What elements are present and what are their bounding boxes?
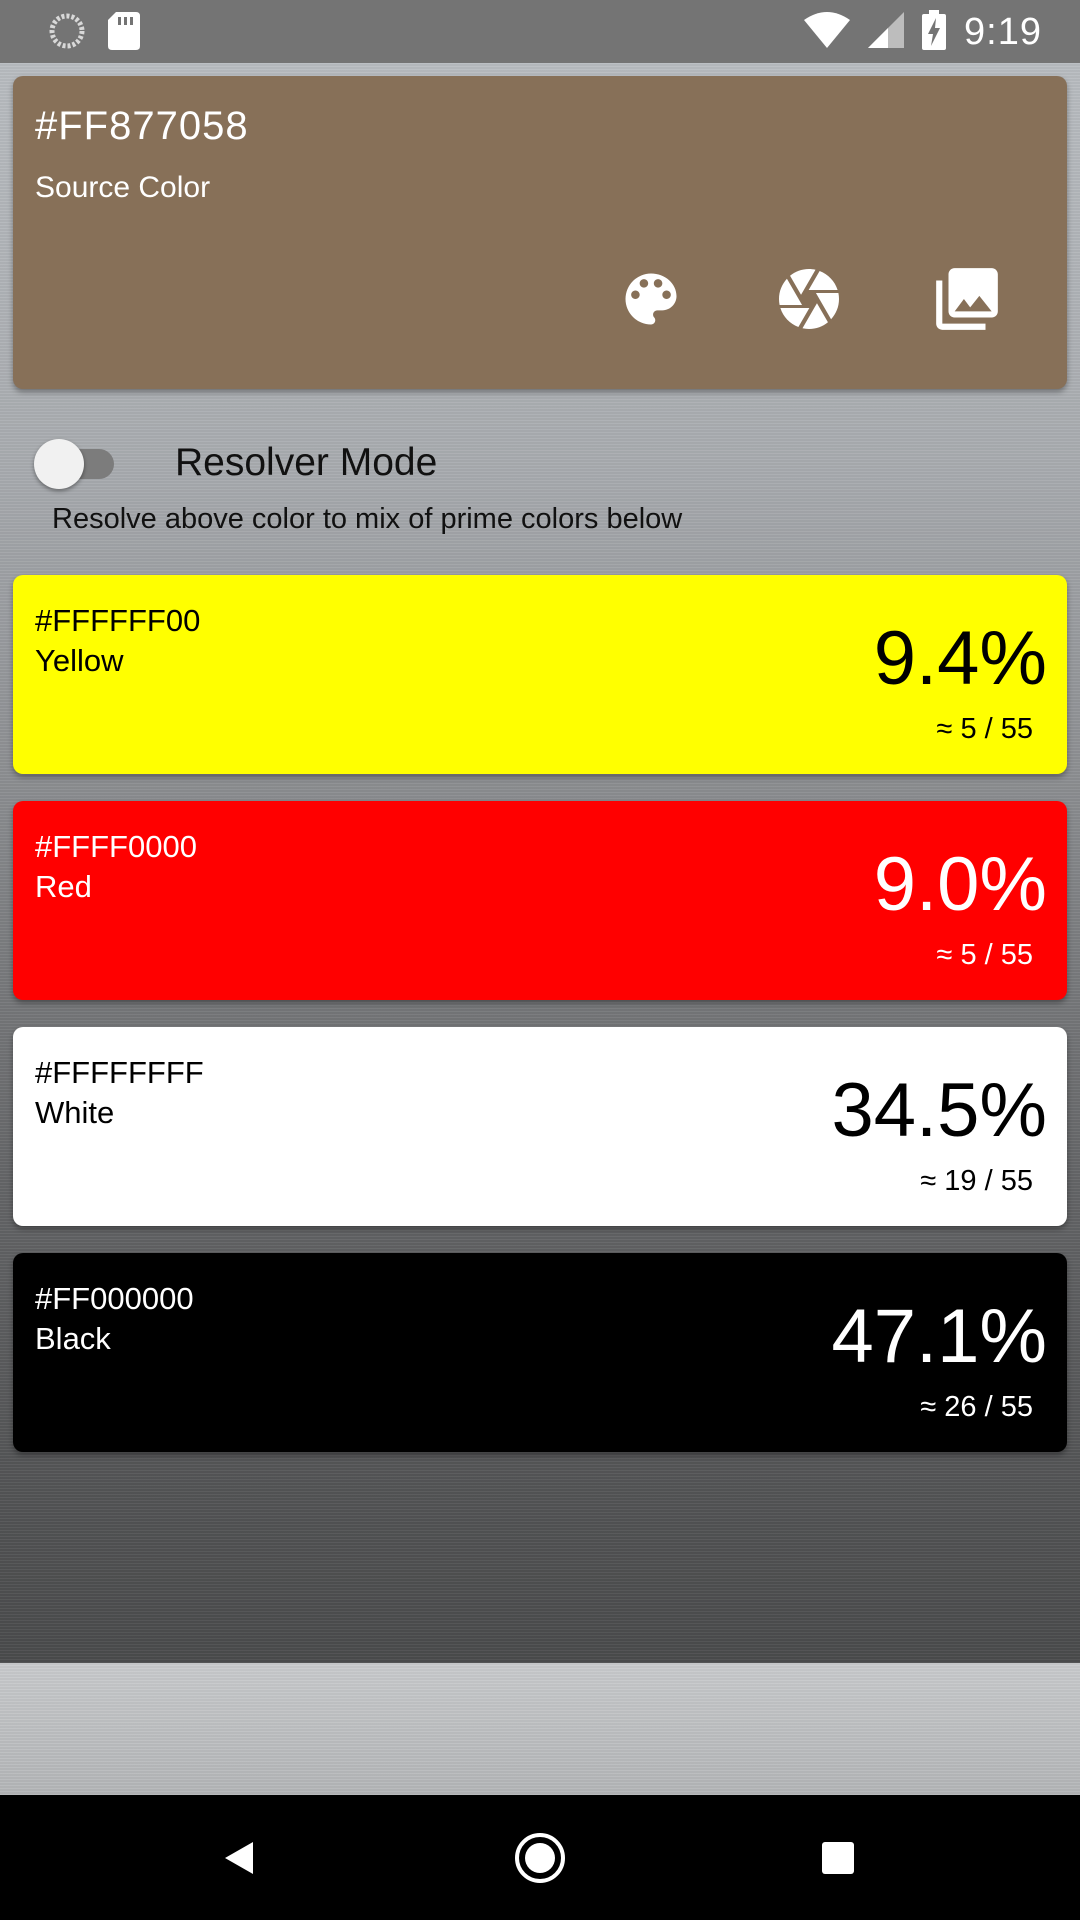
signal-icon xyxy=(868,11,905,53)
source-hex: #FF877058 xyxy=(35,104,249,148)
prime-card-white[interactable]: #FFFFFFFF White 34.5% ≈ 19 / 55 xyxy=(13,1027,1067,1226)
prime-percent: 9.4% xyxy=(873,616,1047,701)
resolver-mode-description: Resolve above color to mix of prime colo… xyxy=(52,503,683,535)
prime-name: Black xyxy=(35,1321,111,1356)
sd-card-icon xyxy=(108,12,140,55)
bottom-panel xyxy=(0,1663,1080,1795)
recents-icon xyxy=(820,1840,856,1881)
home-icon xyxy=(514,1832,566,1889)
prime-hex: #FF000000 xyxy=(35,1281,194,1316)
palette-icon xyxy=(617,265,685,338)
prime-hex: #FFFFFF00 xyxy=(35,603,201,638)
back-icon xyxy=(221,1838,261,1883)
prime-percent: 47.1% xyxy=(831,1294,1048,1379)
prime-hex: #FFFFFFFF xyxy=(35,1055,204,1090)
battery-charging-icon xyxy=(922,9,947,55)
gallery-button[interactable] xyxy=(927,261,1007,341)
prime-name: Yellow xyxy=(35,643,124,678)
status-bar: 9:19 xyxy=(0,0,1080,63)
navigation-bar xyxy=(0,1795,1080,1920)
resolver-mode-toggle[interactable] xyxy=(34,439,118,489)
source-label: Source Color xyxy=(35,171,211,204)
prime-name: White xyxy=(35,1095,115,1130)
resolver-mode-title: Resolver Mode xyxy=(175,441,438,484)
prime-name: Red xyxy=(35,869,92,904)
back-button[interactable] xyxy=(206,1825,276,1895)
recents-button[interactable] xyxy=(803,1825,873,1895)
main-content: #FF877058 Source Color Resolver Mode Res… xyxy=(0,63,1080,1663)
prime-card-yellow[interactable]: #FFFFFF00 Yellow 9.4% ≈ 5 / 55 xyxy=(13,575,1067,774)
home-button[interactable] xyxy=(505,1825,575,1895)
camera-button[interactable] xyxy=(769,261,849,341)
prime-ratio: ≈ 5 / 55 xyxy=(936,713,1033,745)
prime-percent: 34.5% xyxy=(831,1068,1048,1153)
prime-ratio: ≈ 5 / 55 xyxy=(936,939,1033,971)
resolver-mode-row: Resolver Mode Resolve above color to mix… xyxy=(0,403,1080,538)
palette-button[interactable] xyxy=(611,261,691,341)
prime-card-black[interactable]: #FF000000 Black 47.1% ≈ 26 / 55 xyxy=(13,1253,1067,1452)
wifi-icon xyxy=(804,11,851,53)
gallery-icon xyxy=(930,262,1004,341)
prime-ratio: ≈ 26 / 55 xyxy=(920,1391,1033,1423)
prime-hex: #FFFF0000 xyxy=(35,829,197,864)
toggle-thumb xyxy=(34,439,84,489)
prime-percent: 9.0% xyxy=(873,842,1047,927)
camera-shutter-icon xyxy=(773,263,845,340)
source-color-card[interactable]: #FF877058 Source Color xyxy=(13,76,1067,389)
status-time: 9:19 xyxy=(964,10,1042,53)
prime-ratio: ≈ 19 / 55 xyxy=(920,1165,1033,1197)
prime-card-red[interactable]: #FFFF0000 Red 9.0% ≈ 5 / 55 xyxy=(13,801,1067,1000)
sync-icon xyxy=(48,12,86,55)
source-actions xyxy=(13,261,1067,341)
